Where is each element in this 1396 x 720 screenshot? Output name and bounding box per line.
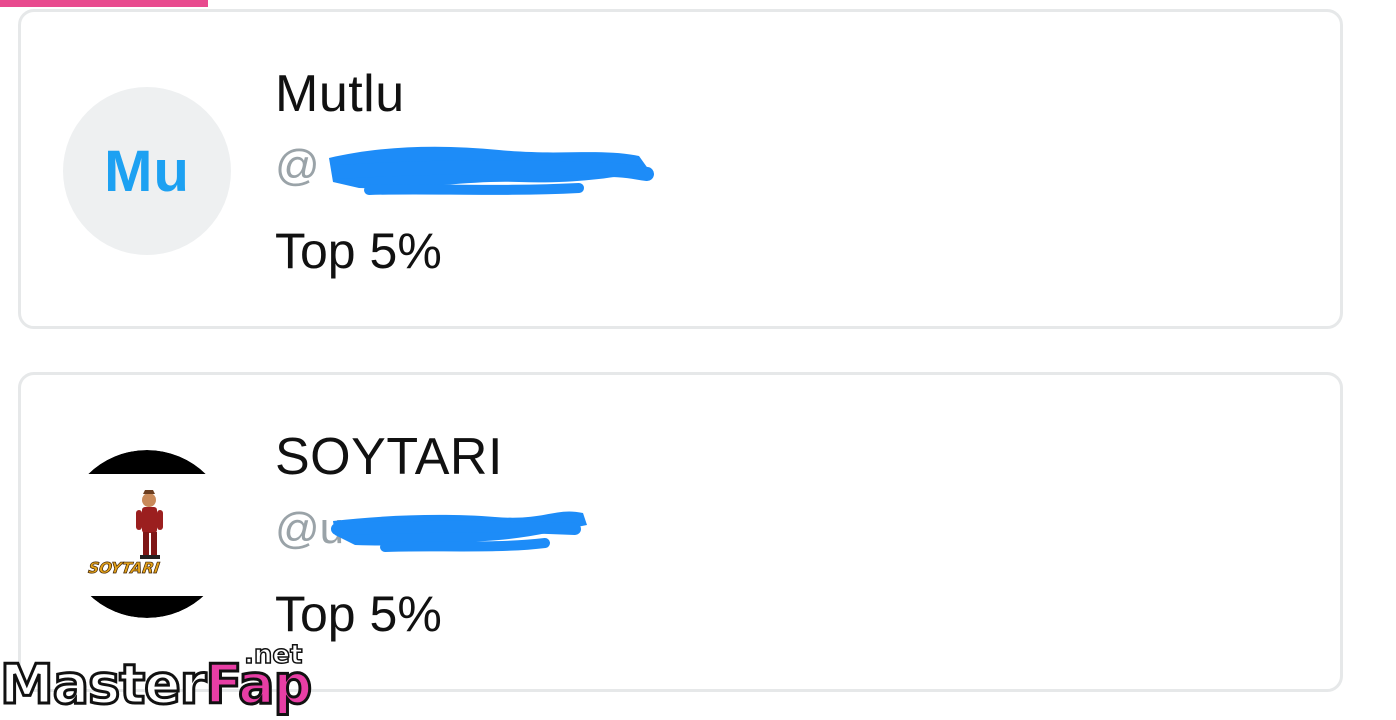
user-display-name[interactable]: SOYTARI (275, 427, 503, 487)
avatar-image[interactable]: SOYTARI (63, 450, 231, 618)
user-handle: @ (275, 140, 654, 195)
user-rank: Top 5% (275, 223, 442, 279)
user-card[interactable]: Mu Mutlu @ Top 5% (18, 9, 1343, 329)
user-rank: Top 5% (275, 586, 442, 642)
user-list-page: Mu Mutlu @ Top 5% SOYTARI SOYTARI @u Top… (0, 0, 1396, 720)
avatar-logo-text: SOYTARI (87, 559, 161, 578)
handle-prefix: @ (275, 141, 320, 190)
avatar-initials[interactable]: Mu (63, 87, 231, 255)
redaction-scribble (329, 146, 654, 195)
avatar-picture (63, 450, 231, 618)
avatar-initials-text: Mu (104, 138, 190, 204)
top-accent-bar (0, 0, 208, 7)
watermark-part-master: Master (0, 652, 208, 717)
user-display-name[interactable]: Mutlu (275, 64, 405, 124)
site-watermark: MasterFap .net (0, 639, 314, 720)
watermark-suffix: .net (243, 639, 303, 671)
user-handle: @u (275, 503, 587, 555)
redaction-scribble (331, 511, 587, 552)
